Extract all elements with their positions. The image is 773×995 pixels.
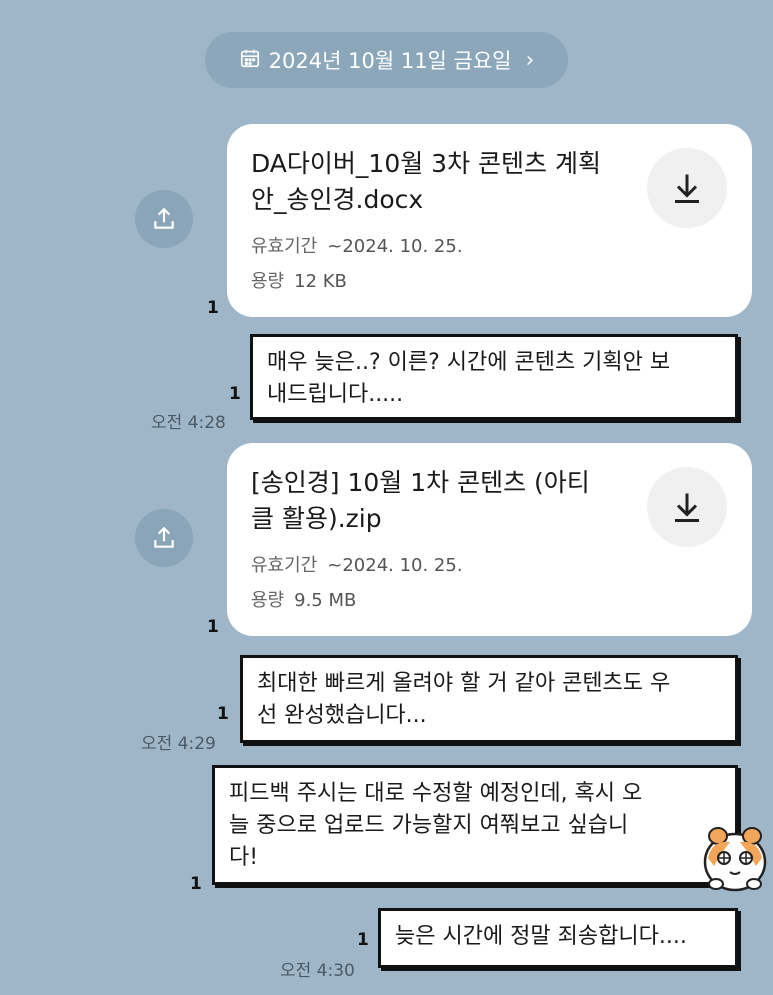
download-icon	[675, 493, 699, 522]
file-size: 용량 12 KB	[251, 271, 347, 292]
share-button[interactable]	[135, 190, 193, 248]
download-button[interactable]	[647, 148, 727, 228]
message-bubble[interactable]: 늦은 시간에 정말 죄송합니다....	[378, 908, 738, 968]
file-card[interactable]: [송인경] 10월 1차 콘텐츠 (아티 클 활용).zip 유효기간 ~2024…	[227, 443, 752, 636]
file-card[interactable]: DA다이버_10월 3차 콘텐츠 계획 안_송인경.docx 유효기간 ~2024…	[227, 124, 752, 317]
unread-count: 1	[357, 930, 369, 950]
file-name: DA다이버_10월 3차 콘텐츠 계획 안_송인경.docx	[251, 149, 601, 214]
message-time: 오전 4:29	[141, 734, 216, 754]
download-icon	[675, 174, 699, 203]
date-divider[interactable]: 2024년 10월 11일 금요일 ›	[205, 32, 568, 88]
message-bubble[interactable]: 최대한 빠르게 올려야 할 거 같아 콘텐츠도 우 선 완성했습니다...	[240, 655, 738, 743]
unread-count: 1	[190, 874, 202, 894]
download-button[interactable]	[647, 467, 727, 547]
unread-count: 1	[229, 384, 241, 404]
message-time: 오전 4:28	[151, 413, 226, 433]
share-icon	[154, 207, 174, 229]
message-bubble[interactable]: 피드백 주시는 대로 수정할 예정인데, 혹시 오 늘 중으로 업로드 가능할지…	[212, 765, 738, 885]
file-expiry: 유효기간 ~2024. 10. 25.	[251, 236, 463, 257]
message-time: 오전 4:30	[280, 961, 355, 981]
hamster-sticker	[703, 827, 767, 892]
message-bubble[interactable]: 매우 늦은..? 이른? 시간에 콘텐츠 기획안 보 내드립니다.....	[250, 334, 738, 420]
calendar-icon	[239, 47, 261, 74]
file-name: [송인경] 10월 1차 콘텐츠 (아티 클 활용).zip	[251, 468, 590, 533]
date-label: 2024년 10월 11일 금요일	[268, 49, 512, 73]
share-button[interactable]	[135, 509, 193, 567]
unread-count: 1	[207, 298, 219, 318]
file-size: 용량 9.5 MB	[251, 590, 357, 611]
unread-count: 1	[217, 704, 229, 724]
chevron-right-icon: ›	[525, 47, 535, 73]
unread-count: 1	[207, 617, 219, 637]
file-expiry: 유효기간 ~2024. 10. 25.	[251, 555, 463, 576]
share-icon	[154, 526, 174, 548]
